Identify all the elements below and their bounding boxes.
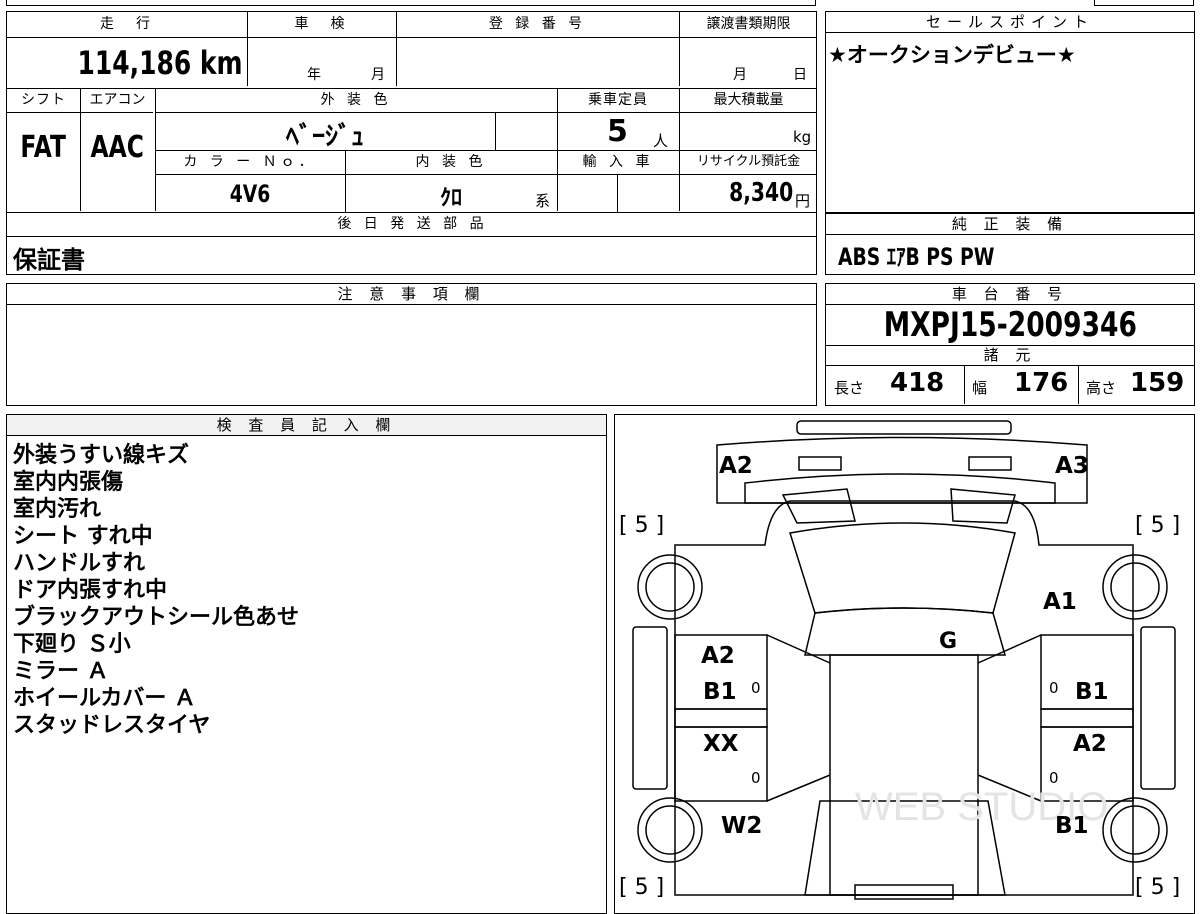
transfer-deadline-label: 譲渡書類期限 — [706, 16, 791, 32]
length-label: 長さ — [834, 379, 865, 397]
later-parts-label: 後 日 発 送 部 品 — [337, 216, 488, 232]
windshield-code: G — [939, 629, 958, 654]
remark-item: スタッドレスタイヤ — [13, 713, 211, 738]
width-value: 176 — [1014, 368, 1069, 398]
front-door-right-code: B1 — [1075, 679, 1109, 705]
fender-right-code: A1 — [1043, 589, 1077, 615]
tire-rear-left: [ 5 ] — [619, 875, 665, 900]
rear-fender-right-code: B1 — [1055, 813, 1089, 839]
recycle-value: 8,340 — [728, 178, 793, 208]
sales-point-box: セールスポイント ★オークションデビュー★ — [825, 11, 1195, 213]
color-no-label: カ ラ ー Ｎｏ． — [183, 154, 317, 170]
notes-label: 注 意 事 項 欄 — [7, 284, 816, 305]
top-strip — [6, 0, 816, 6]
specs-label: 諸 元 — [826, 346, 1194, 366]
capacity-unit: 人 — [653, 132, 669, 150]
remark-item: ドア内張すれ中 — [13, 578, 168, 603]
capacity-value: 5 — [607, 114, 628, 149]
remark-item: ブラックアウトシール色あせ — [13, 605, 300, 630]
aircon-value: AAC — [90, 130, 145, 165]
sales-point-value: ★オークションデビュー★ — [828, 43, 1076, 67]
remark-item: 室内汚れ — [13, 497, 102, 522]
rear-door-right-code: A2 — [1073, 731, 1107, 757]
front-door-left-zero: 0 — [751, 679, 761, 697]
length-value: 418 — [890, 368, 945, 398]
inspection-year: 年 — [307, 67, 321, 83]
vehicle-info-sheet: 走 行 車 検 登 録 番 号 譲渡書類期限 114,186 km 年 月 月 … — [6, 11, 817, 275]
mileage-label: 走 行 — [100, 16, 154, 32]
deadline-day: 日 — [793, 67, 807, 83]
remarks-list: 外装うすい線キズ 室内内張傷 室内汚れ シート すれ中 ハンドルすれ ドア内張す… — [7, 436, 606, 745]
aircon-label: エアコン — [89, 92, 146, 108]
remark-item: ミラー Ａ — [13, 659, 109, 684]
inspection-month: 月 — [371, 67, 385, 83]
sales-point-label: セールスポイント — [826, 12, 1194, 33]
specs-row: 長さ 418 幅 176 高さ 159 — [826, 366, 1194, 404]
shift-label: シフト — [21, 92, 66, 108]
recycle-unit: 円 — [795, 192, 811, 210]
rear-door-left-zero: 0 — [751, 769, 761, 787]
remark-item: ホイールカバー Ａ — [13, 686, 196, 711]
height-value: 159 — [1130, 368, 1185, 398]
remark-item: 下廻り Ｓ小 — [13, 632, 131, 657]
genuine-equipment-box: 純 正 装 備 ABS ｴｱB PS PW — [825, 213, 1195, 275]
top-strip-right — [1094, 0, 1194, 6]
remark-item: 外装うすい線キズ — [13, 443, 190, 468]
genuine-equipment-label: 純 正 装 備 — [826, 213, 1194, 235]
notes-box: 注 意 事 項 欄 — [6, 283, 817, 406]
chassis-box: 車 台 番 号 MXPJ15-2009346 諸 元 長さ 418 幅 176 … — [825, 283, 1195, 406]
front-right-code: A3 — [1055, 453, 1089, 479]
exterior-color-label: 外 装 色 — [320, 92, 392, 108]
tire-front-left: [ 5 ] — [619, 513, 665, 538]
rear-door-left-code: XX — [703, 731, 739, 757]
front-door-left-code-1: A2 — [701, 643, 735, 669]
capacity-label: 乗車定員 — [588, 92, 648, 108]
remark-item: ハンドルすれ — [13, 551, 146, 576]
interior-color-label: 内 装 色 — [415, 154, 487, 170]
car-diagram-box: WEB STUDIO [ 5 ] [ 5 ] [ 5 ] [ 5 ] A2 A3… — [614, 414, 1195, 914]
later-parts-value: 保証書 — [13, 246, 85, 274]
chassis-label: 車 台 番 号 — [826, 284, 1194, 305]
front-door-right-zero: 0 — [1049, 679, 1059, 697]
rear-fender-left-code: W2 — [721, 813, 763, 839]
max-load-label: 最大積載量 — [713, 92, 784, 108]
front-left-code: A2 — [719, 453, 753, 479]
inspector-label: 検 査 員 記 入 欄 — [7, 415, 606, 436]
chassis-value: MXPJ15-2009346 — [826, 305, 1194, 346]
registration-label: 登 録 番 号 — [488, 16, 587, 32]
color-no-value: 4V6 — [229, 180, 271, 208]
front-door-left-code-2: B1 — [703, 679, 737, 705]
import-label: 輸 入 車 — [582, 154, 654, 170]
height-label: 高さ — [1086, 379, 1117, 397]
interior-color-suffix: 系 — [535, 192, 551, 210]
remark-item: シート すれ中 — [13, 524, 153, 549]
mileage-value: 114,186 km — [78, 44, 243, 82]
max-load-unit: kg — [793, 128, 812, 146]
width-label: 幅 — [972, 379, 988, 397]
tire-front-right: [ 5 ] — [1135, 513, 1181, 538]
interior-color-value: ｸﾛ — [439, 186, 462, 211]
notes-value — [7, 305, 816, 317]
deadline-month: 月 — [733, 67, 747, 83]
rear-door-right-zero: 0 — [1049, 769, 1059, 787]
genuine-equipment-value: ABS ｴｱB PS PW — [838, 243, 995, 271]
exterior-color-value: ﾍﾞｰｼﾞｭ — [285, 122, 364, 152]
tire-rear-right: [ 5 ] — [1135, 875, 1181, 900]
recycle-label: リサイクル預託金 — [696, 154, 801, 169]
shift-value: FAT — [20, 130, 67, 165]
remark-item: 室内内張傷 — [13, 470, 124, 495]
inspection-label: 車 検 — [294, 16, 349, 32]
inspector-box: 検 査 員 記 入 欄 外装うすい線キズ 室内内張傷 室内汚れ シート すれ中 … — [6, 414, 607, 914]
